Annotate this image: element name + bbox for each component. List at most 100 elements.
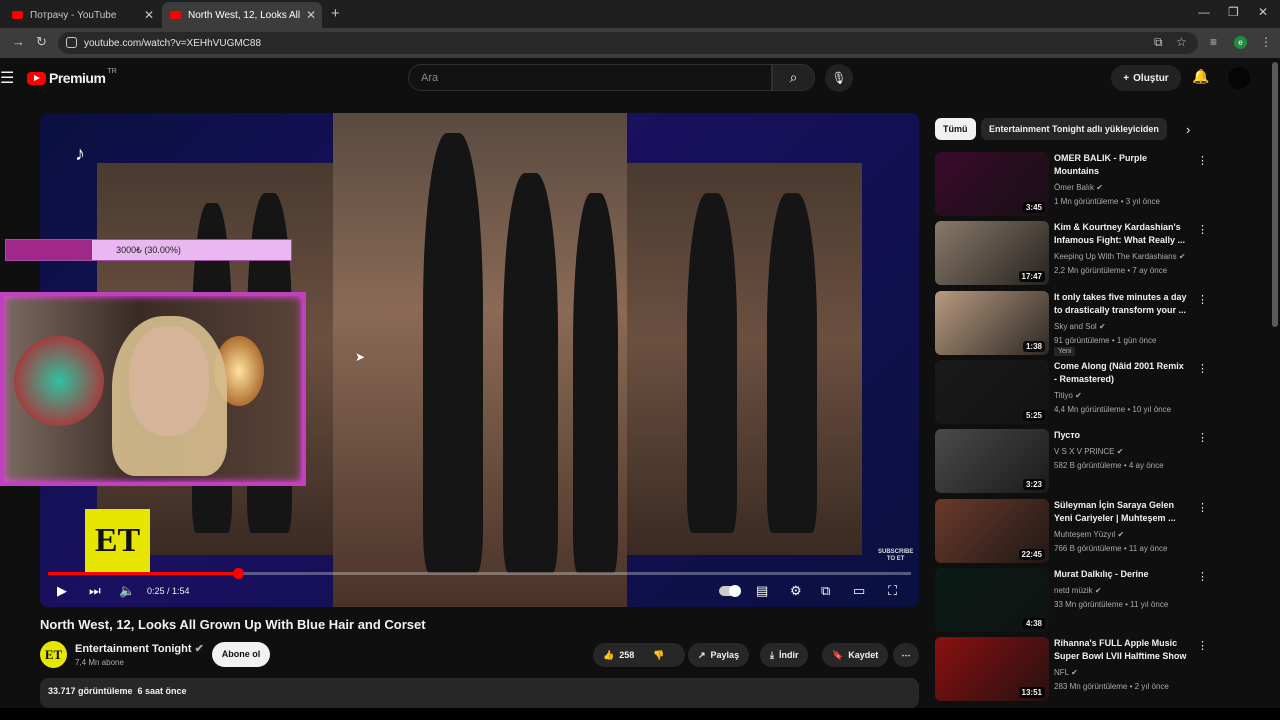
search-input[interactable]: Ara: [408, 64, 772, 91]
progress-bar[interactable]: [48, 568, 911, 579]
recommendation-channel[interactable]: Sky and Sol ✔: [1054, 322, 1106, 331]
recommendation-title[interactable]: It only takes five minutes a day to dras…: [1054, 291, 1188, 317]
reload-icon[interactable]: ↻: [36, 34, 47, 50]
chip-all[interactable]: Tümü: [935, 118, 976, 140]
recommendation-title[interactable]: Come Along (Nâid 2001 Remix - Remastered…: [1054, 360, 1188, 386]
subscribe-overlay: SUBSCRIBE TO ET: [878, 549, 913, 563]
video-thumbnail[interactable]: 5:25: [935, 359, 1049, 424]
like-count[interactable]: 258: [619, 650, 634, 660]
recommendation-title[interactable]: Rihanna's FULL Apple Music Super Bowl LV…: [1054, 637, 1188, 663]
site-info-icon[interactable]: [66, 37, 77, 48]
recommendation-item[interactable]: 3:23 Пусто V S X V PRINCE ✔ 582 B görüntüle…: [935, 429, 1215, 495]
recommendation-channel[interactable]: NFL ✔: [1054, 668, 1078, 677]
more-options-icon[interactable]: ⋮: [1197, 431, 1208, 444]
play-icon[interactable]: ▶: [57, 583, 67, 599]
more-options-icon[interactable]: ⋮: [1197, 362, 1208, 375]
reading-list-icon[interactable]: ≡: [1210, 35, 1217, 49]
video-thumbnail[interactable]: 1:38: [935, 290, 1049, 355]
save-button[interactable]: 🔖 Kaydet: [822, 643, 889, 667]
create-button[interactable]: + Oluştur: [1111, 65, 1181, 91]
video-title: North West, 12, Looks All Grown Up With …: [40, 617, 426, 632]
recommendation-channel[interactable]: Ömer Balık ✔: [1054, 183, 1103, 192]
video-thumbnail[interactable]: 17:47: [935, 221, 1049, 286]
next-icon[interactable]: ⏭: [89, 583, 101, 599]
recommendation-title[interactable]: Kim & Kourtney Kardashian's Infamous Fig…: [1054, 221, 1188, 247]
channel-text: Muhteşem Yüzyıl: [1054, 529, 1116, 539]
recommendation-item[interactable]: 3:45 OMER BALIK - Purple Mountains Ömer Ba…: [935, 152, 1215, 218]
url-field[interactable]: youtube.com/watch?v=XEHhVUGMC88: [58, 32, 1198, 54]
recommendation-title[interactable]: Пусто: [1054, 429, 1188, 442]
video-thumbnail[interactable]: 22:45: [935, 498, 1049, 563]
minimize-icon[interactable]: —: [1198, 5, 1210, 19]
recommendation-item[interactable]: 17:47 Kim & Kourtney Kardashian's Infamou…: [935, 221, 1215, 287]
close-window-icon[interactable]: ✕: [1258, 5, 1268, 19]
new-tab-icon[interactable]: +: [331, 5, 340, 22]
recommendation-title[interactable]: OMER BALIK - Purple Mountains: [1054, 152, 1188, 178]
miniplayer-icon[interactable]: ⧉: [821, 583, 830, 599]
recommendation-item[interactable]: 22:45 Süleyman İçin Saraya Gelen Yeni Car…: [935, 498, 1215, 565]
recommendation-title[interactable]: Süleyman İçin Saraya Gelen Yeni Cariyele…: [1054, 499, 1188, 525]
subscribe-button[interactable]: Abone ol: [212, 642, 270, 667]
description-box[interactable]: 33.717 görüntüleme 6 saat önce: [40, 678, 919, 708]
recommendation-channel[interactable]: Keeping Up With The Kardashians ✔: [1054, 252, 1186, 261]
scrollbar-thumb[interactable]: [1272, 62, 1278, 327]
notifications-bell-icon[interactable]: 🔔: [1192, 68, 1209, 85]
youtube-premium-logo[interactable]: Premium TR: [27, 68, 117, 86]
autoplay-toggle[interactable]: [719, 585, 741, 597]
account-avatar[interactable]: [1228, 67, 1250, 89]
page-scrollbar[interactable]: [1272, 62, 1278, 702]
scrubber-handle[interactable]: [232, 568, 244, 579]
donation-goal-bar: 3000₺ (30.00%): [5, 239, 292, 261]
menu-icon[interactable]: ⋮: [1260, 35, 1272, 49]
more-options-icon[interactable]: ⋮: [1197, 639, 1208, 652]
recommendation-item[interactable]: 4:38 Murat Dalkılıç - Derine netd müzik ✔ 3…: [935, 567, 1215, 634]
hamburger-menu-icon[interactable]: ☰: [0, 68, 14, 88]
voice-search-button[interactable]: 🎙: [825, 64, 853, 92]
donation-goal-text: 3000₺ (30.00%): [116, 245, 181, 255]
fullscreen-icon[interactable]: ⛶: [888, 583, 897, 599]
volume-icon[interactable]: 🔈: [119, 583, 135, 599]
profile-icon[interactable]: e: [1234, 36, 1247, 49]
recommendation-item[interactable]: 5:25 Come Along (Nâid 2001 Remix - Remast…: [935, 359, 1215, 426]
close-icon[interactable]: ✕: [306, 8, 316, 22]
video-thumbnail[interactable]: 4:38: [935, 567, 1049, 632]
theater-mode-icon[interactable]: ▭: [853, 583, 865, 599]
like-icon[interactable]: 👍: [603, 650, 614, 661]
video-thumbnail[interactable]: 13:51: [935, 637, 1049, 702]
chip-from-uploader[interactable]: Entertainment Tonight adlı yükleyiciden: [981, 118, 1167, 140]
search-button[interactable]: ⌕: [772, 64, 815, 91]
more-options-icon[interactable]: ⋮: [1197, 223, 1208, 236]
recommendation-channel[interactable]: netd müzik ✔: [1054, 586, 1102, 595]
restore-icon[interactable]: ❐: [1228, 5, 1239, 19]
browser-tab-1[interactable]: Потрачу - YouTube ✕: [4, 2, 160, 28]
close-icon[interactable]: ✕: [144, 8, 154, 22]
more-options-icon[interactable]: ⋮: [1197, 570, 1208, 583]
video-thumbnail[interactable]: 3:23: [935, 429, 1049, 494]
recommendation-item[interactable]: 1:38 It only takes five minutes a day to …: [935, 290, 1215, 357]
video-thumbnail[interactable]: 3:45: [935, 152, 1049, 216]
recommendation-channel[interactable]: Muhteşem Yüzyıl ✔: [1054, 530, 1124, 539]
browser-tab-2[interactable]: North West, 12, Looks All Grow ✕: [162, 2, 322, 28]
more-actions-button[interactable]: ⋯: [893, 643, 919, 667]
share-button[interactable]: ↗ Paylaş: [688, 643, 750, 667]
chevron-right-icon[interactable]: ›: [1186, 122, 1190, 137]
channel-avatar[interactable]: ET: [40, 641, 67, 668]
duration-badge: 1:38: [1022, 340, 1045, 352]
recommendation-title[interactable]: Murat Dalkılıç - Derine: [1054, 568, 1188, 581]
bookmark-star-icon[interactable]: ☆: [1176, 35, 1187, 49]
download-button[interactable]: ⤓ İndir: [760, 643, 809, 667]
subtitles-icon[interactable]: ▤: [756, 583, 768, 599]
install-icon[interactable]: ⧉: [1154, 35, 1163, 50]
recommendation-channel[interactable]: V S X V PRINCE ✔: [1054, 447, 1123, 456]
settings-gear-icon[interactable]: ⚙: [790, 583, 802, 599]
more-options-icon[interactable]: ⋮: [1197, 154, 1208, 167]
recommendation-item[interactable]: 13:51 Rihanna's FULL Apple Music Super Bo…: [935, 637, 1215, 703]
more-options-icon[interactable]: ⋮: [1197, 501, 1208, 514]
forward-icon[interactable]: →: [12, 34, 25, 49]
more-options-icon[interactable]: ⋮: [1197, 293, 1208, 306]
dislike-icon[interactable]: 👎: [653, 650, 664, 661]
channel-text: NFL: [1054, 668, 1069, 678]
channel-name[interactable]: Entertainment Tonight ✔: [75, 642, 204, 655]
recommendation-channel[interactable]: Titiyo ✔: [1054, 391, 1082, 400]
duration-badge: 4:38: [1022, 617, 1045, 629]
